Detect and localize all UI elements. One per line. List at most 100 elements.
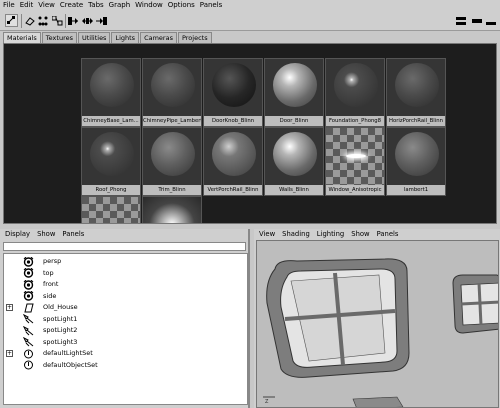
outliner-item[interactable]: top (4, 268, 247, 279)
material-swatch[interactable]: Roof_Phong (81, 127, 141, 196)
menu-tabs[interactable]: Tabs (88, 0, 104, 11)
material-swatch[interactable]: Window_Anisotropic (325, 127, 385, 196)
menu-create[interactable]: Create (60, 0, 83, 11)
outliner-panel: Display Show Panels persp top front side + Ol… (0, 229, 250, 408)
outliner-item-label: front (43, 280, 59, 288)
outliner-item[interactable]: spotLight1 (4, 314, 247, 325)
material-swatch[interactable]: DoorKnob_Blinn (203, 58, 263, 127)
toolbar-divider (21, 14, 22, 28)
outliner-item[interactable]: + defaultLightSet (4, 348, 247, 359)
material-sphere (151, 63, 195, 107)
material-swatch-panel: ChimneyBase_Lam... ChimneyPipe_Lambert Doo… (3, 43, 497, 224)
viewport-menu-view[interactable]: View (259, 229, 275, 240)
perspective-panel: View Shading Lighting Show Panels Z (254, 229, 500, 408)
outliner-item-label: Old_House (43, 303, 78, 311)
material-swatch[interactable]: ChimneyPipe_Lambert (142, 58, 202, 127)
layout-top-bottom-button[interactable] (454, 14, 467, 27)
output-connections-icon (96, 16, 107, 25)
hypershade-tabs: Materials Textures Utilities Lights Came… (3, 32, 213, 43)
outliner-item-label: persp (43, 257, 62, 265)
outliner-menu-display[interactable]: Display (5, 229, 30, 240)
tab-lights[interactable]: Lights (111, 32, 140, 43)
material-swatch[interactable]: VertPorchRail_Blinn (203, 127, 263, 196)
viewport-menu-show[interactable]: Show (351, 229, 369, 240)
menu-view[interactable]: View (38, 0, 55, 11)
set-icon (22, 360, 34, 371)
outliner-item[interactable]: persp (4, 256, 247, 267)
material-sphere (90, 63, 134, 107)
menu-panels[interactable]: Panels (200, 0, 223, 11)
outliner-item[interactable]: + Old_House (4, 302, 247, 313)
tab-cameras[interactable]: Cameras (140, 32, 177, 43)
rearrange-icon (38, 16, 48, 25)
outliner-item[interactable]: defaultObjectSet (4, 360, 247, 371)
network-icon (52, 15, 63, 25)
material-swatch[interactable]: Walls_Blinn (264, 127, 324, 196)
menu-edit[interactable]: Edit (20, 0, 34, 11)
material-swatch[interactable]: Trim_Blinn (142, 127, 202, 196)
expand-icon[interactable]: + (6, 350, 13, 357)
tab-projects[interactable]: Projects (177, 32, 212, 43)
layout-top-bottom-icon (455, 16, 466, 25)
input-output-connections-icon (82, 17, 93, 24)
outliner-menu-show[interactable]: Show (37, 229, 55, 240)
outliner-menubar: Display Show Panels (0, 229, 248, 240)
spotlight-icon (22, 314, 34, 325)
material-sphere (395, 63, 439, 107)
graph-materials-button[interactable] (5, 14, 18, 27)
material-swatch[interactable]: Foundation_Phong8 (325, 58, 385, 127)
transform-icon (22, 302, 34, 313)
material-swatch[interactable] (142, 196, 202, 223)
material-label: DoorKnob_Blinn (204, 116, 262, 126)
menu-graph[interactable]: Graph (109, 0, 130, 11)
expand-icon[interactable]: + (6, 304, 13, 311)
material-sphere (334, 63, 378, 107)
tab-utilities[interactable]: Utilities (77, 32, 111, 43)
outliner-item-label: side (43, 291, 57, 300)
material-label: Roof_Phong (82, 185, 140, 195)
outliner-item[interactable]: side (4, 291, 247, 302)
anisotropic-highlight (346, 154, 366, 158)
rearrange-graph-button[interactable] (37, 14, 50, 27)
tab-materials[interactable]: Materials (3, 32, 41, 43)
menu-file[interactable]: File (3, 0, 15, 11)
outliner-item[interactable]: spotLight2 (4, 325, 247, 336)
menu-window[interactable]: Window (135, 0, 163, 11)
outliner-item-label: spotLight2 (43, 326, 78, 334)
spotlight-icon (22, 325, 34, 336)
material-swatch[interactable]: HorizPorchRail_Blinn (386, 58, 446, 127)
viewport-menu-shading[interactable]: Shading (282, 229, 310, 240)
layout-bottom-button[interactable] (484, 14, 497, 27)
viewport-menu-lighting[interactable]: Lighting (317, 229, 344, 240)
clear-graph-button[interactable] (23, 14, 36, 27)
swatch-grid: ChimneyBase_Lam... ChimneyPipe_Lambert Doo… (81, 58, 446, 223)
outliner-item-label: spotLight3 (43, 337, 78, 346)
outliner-item[interactable]: front (4, 279, 247, 290)
tab-textures[interactable]: Textures (41, 32, 77, 43)
material-label: Trim_Blinn (143, 185, 201, 195)
input-connections-button[interactable] (67, 14, 80, 27)
layout-single-button[interactable] (470, 14, 483, 27)
material-label: Foundation_Phong8 (326, 116, 384, 126)
output-connections-button[interactable] (95, 14, 108, 27)
material-swatch[interactable]: Door_Blinn (264, 58, 324, 127)
input-output-connections-button[interactable] (81, 14, 94, 27)
material-sphere (273, 63, 317, 107)
outliner-item[interactable]: spotLight3 (4, 337, 247, 348)
perspective-viewport[interactable]: Z (256, 240, 499, 408)
outliner-filter-field[interactable] (3, 242, 246, 251)
material-swatch[interactable] (81, 196, 141, 223)
viewport-menu-panels[interactable]: Panels (377, 229, 399, 240)
material-swatch[interactable]: lambert1 (386, 127, 446, 196)
camera-icon (22, 256, 34, 267)
set-icon (22, 348, 34, 359)
outliner-item-label: defaultLightSet (43, 349, 93, 357)
material-swatch[interactable]: ChimneyBase_Lam... (81, 58, 141, 127)
input-connections-icon (68, 16, 78, 25)
outliner-menu-panels[interactable]: Panels (62, 229, 84, 240)
menu-options[interactable]: Options (168, 0, 195, 11)
graph-network-button[interactable] (51, 14, 64, 27)
material-label: Walls_Blinn (265, 185, 323, 195)
outliner-tree: persp top front side + Old_House spotLight1 spo… (3, 253, 248, 405)
material-sphere (151, 132, 195, 176)
